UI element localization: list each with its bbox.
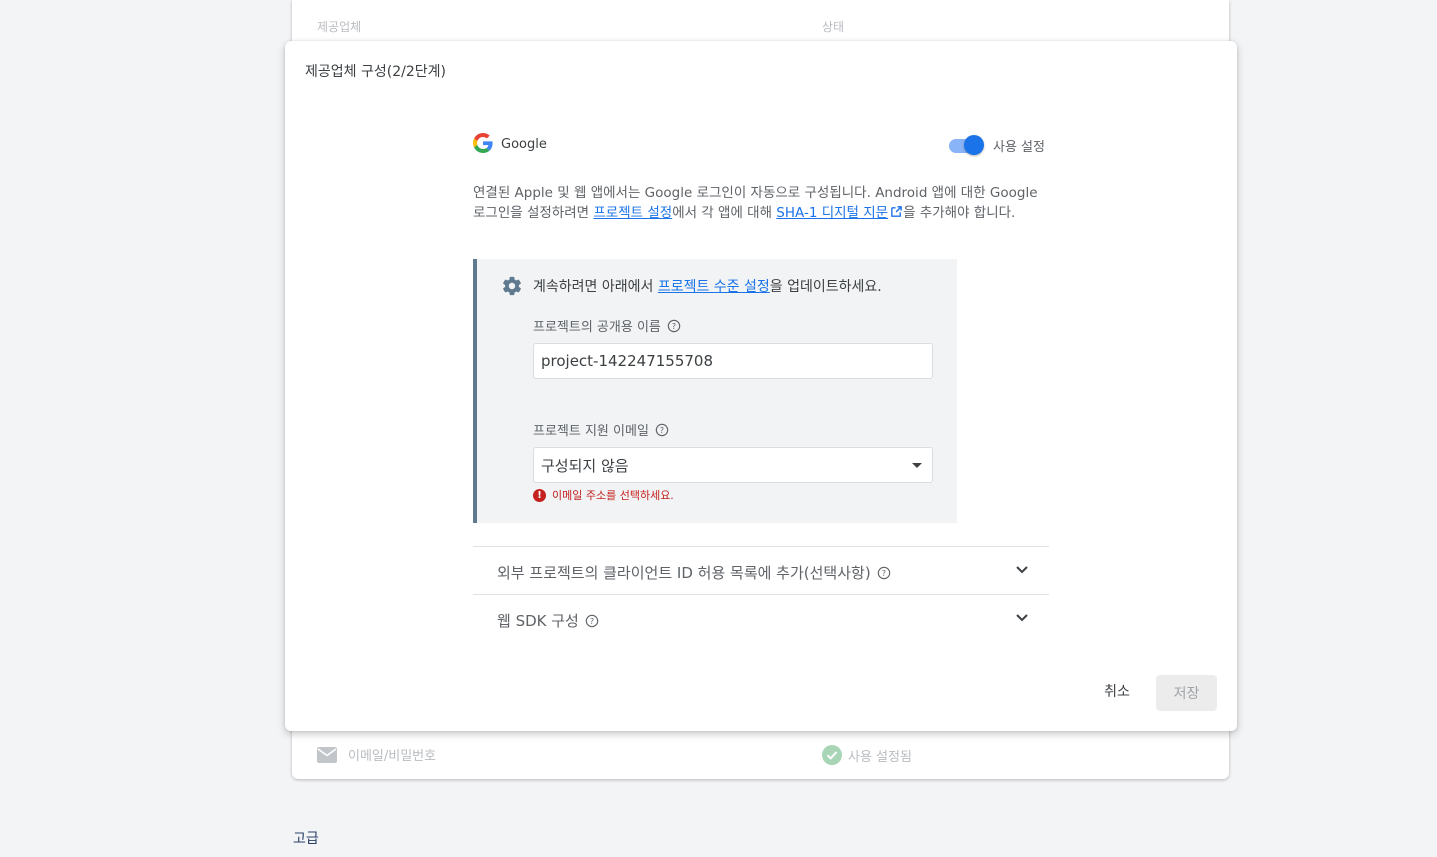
provider-name-google: Google (501, 137, 547, 152)
chevron-down-icon (1016, 566, 1028, 574)
expander-label: 외부 프로젝트의 클라이언트 ID 허용 목록에 추가(선택사항) ? (497, 562, 891, 583)
support-email-select[interactable]: 구성되지 않음 (533, 447, 933, 483)
check-circle-icon (822, 745, 842, 765)
dialog-title: 제공업체 구성(2/2단계) (305, 64, 446, 80)
web-sdk-config-expander[interactable]: 웹 SDK 구성 ? (473, 594, 1049, 642)
svg-text:?: ? (660, 426, 664, 435)
expander-label-text: 웹 SDK 구성 (497, 612, 579, 630)
project-settings-box: 계속하려면 아래에서 프로젝트 수준 설정을 업데이트하세요. 프로젝트의 공개… (473, 259, 957, 523)
expander-label: 웹 SDK 구성 ? (497, 610, 599, 631)
info-text: 계속하려면 아래에서 (533, 279, 658, 295)
provider-header: Google 사용 설정 (473, 133, 1049, 157)
chevron-down-icon (1016, 614, 1028, 622)
gear-icon (503, 276, 521, 296)
google-logo-icon (473, 133, 493, 153)
dropdown-arrow-icon (912, 463, 922, 468)
error-icon: ! (533, 488, 546, 502)
public-name-label-text: 프로젝트의 공개용 이름 (533, 320, 661, 335)
external-link-icon (891, 206, 902, 217)
support-email-error: ! 이메일 주소를 선택하세요. (533, 487, 674, 503)
description-text: 연결된 Apple 및 웹 앱에서는 Google 로그인이 자동으로 구성됩니… (473, 183, 1053, 223)
project-level-settings-link[interactable]: 프로젝트 수준 설정 (658, 279, 770, 295)
svg-text:?: ? (672, 322, 676, 331)
help-icon[interactable]: ? (655, 423, 669, 437)
help-icon[interactable]: ? (667, 319, 681, 333)
description-part: 에서 각 앱에 대해 (672, 205, 777, 221)
info-text: 을 업데이트하세요. (769, 279, 882, 295)
provider-config-dialog: 제공업체 구성(2/2단계) Google 사용 설정 연결된 Apple 및 … (285, 41, 1237, 731)
enable-toggle-label: 사용 설정 (993, 140, 1045, 155)
svg-text:?: ? (882, 569, 886, 578)
client-id-allowlist-expander[interactable]: 외부 프로젝트의 클라이언트 ID 허용 목록에 추가(선택사항) ? (473, 546, 1049, 594)
column-header-provider: 제공업체 (317, 20, 362, 34)
enable-toggle[interactable] (949, 135, 985, 155)
support-email-label: 프로젝트 지원 이메일 ? (533, 420, 669, 439)
mail-icon (317, 746, 337, 763)
description-part: 을 추가해야 합니다. (903, 205, 1016, 221)
sha1-fingerprint-link[interactable]: SHA-1 디지털 지문 (776, 205, 888, 221)
status-cell: 사용 설정됨 (822, 745, 912, 765)
provider-name: 이메일/비밀번호 (348, 749, 437, 764)
section-title-advanced: 고급 (293, 831, 319, 847)
save-button[interactable]: 저장 (1156, 675, 1217, 711)
public-name-input[interactable] (533, 343, 933, 379)
expander-label-text: 외부 프로젝트의 클라이언트 ID 허용 목록에 추가(선택사항) (497, 564, 871, 582)
support-email-label-text: 프로젝트 지원 이메일 (533, 424, 649, 439)
toggle-thumb (964, 135, 984, 155)
svg-text:?: ? (590, 617, 594, 626)
info-heading: 계속하려면 아래에서 프로젝트 수준 설정을 업데이트하세요. (533, 276, 882, 296)
column-header-status: 상태 (822, 20, 845, 34)
help-icon[interactable]: ? (585, 614, 599, 628)
error-text: 이메일 주소를 선택하세요. (552, 489, 674, 502)
status-text: 사용 설정됨 (848, 749, 912, 765)
provider-row-email[interactable]: 이메일/비밀번호 (317, 745, 436, 764)
cancel-button[interactable]: 취소 (1095, 677, 1139, 705)
public-name-label: 프로젝트의 공개용 이름 ? (533, 316, 681, 335)
project-settings-link[interactable]: 프로젝트 설정 (593, 205, 672, 221)
support-email-selected-value: 구성되지 않음 (541, 457, 629, 475)
help-icon[interactable]: ? (877, 566, 891, 580)
